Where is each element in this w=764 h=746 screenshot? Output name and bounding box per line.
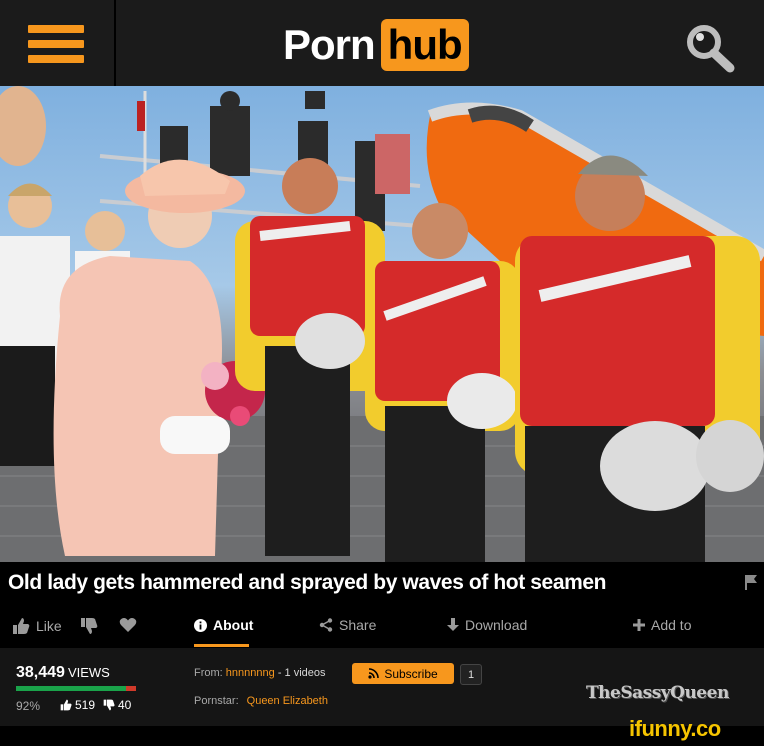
top-header: Porn hub xyxy=(0,0,764,87)
pornstar-label: Pornstar: xyxy=(194,695,239,707)
share-label: Share xyxy=(339,617,377,633)
action-bar: Like About Share Download Add to xyxy=(0,606,764,648)
logo-badge: hub xyxy=(380,19,469,71)
tab-share[interactable]: Share xyxy=(319,617,376,633)
sassy-watermark: TheSassyQueen xyxy=(586,683,729,703)
dislike-button[interactable] xyxy=(80,617,98,635)
uploader-link[interactable]: hnnnnnng xyxy=(226,667,275,679)
subscriber-count: 1 xyxy=(460,664,482,685)
heart-icon xyxy=(119,618,137,632)
view-count-label: VIEWS xyxy=(67,665,110,680)
title-bar: Old lady gets hammered and sprayed by wa… xyxy=(0,562,764,606)
rating-percent: 92% xyxy=(16,699,41,713)
dislike-count-value: 40 xyxy=(118,698,132,712)
like-label: Like xyxy=(36,618,62,634)
tab-about[interactable]: About xyxy=(194,617,253,633)
uploader-line: From: hnnnnnng - 1 videos xyxy=(194,667,326,679)
active-tab-indicator xyxy=(194,644,249,647)
video-title: Old lady gets hammered and sprayed by wa… xyxy=(8,571,607,594)
from-label: From: xyxy=(194,667,223,679)
tab-add-to[interactable]: Add to xyxy=(633,617,691,633)
search-button[interactable] xyxy=(684,22,738,74)
info-icon xyxy=(194,618,207,632)
ifunny-watermark: ifunny.co xyxy=(629,716,721,741)
like-count-value: 519 xyxy=(75,698,96,712)
logo-word: Porn xyxy=(283,21,376,68)
rating-bar-fill xyxy=(16,686,127,691)
pornstar-line: Pornstar: Queen Elizabeth xyxy=(194,695,328,707)
view-count: 38,449 VIEWS xyxy=(16,664,110,682)
download-label: Download xyxy=(465,617,528,633)
favorite-button[interactable] xyxy=(119,617,137,633)
video-player[interactable] xyxy=(0,86,764,562)
uploader-video-count: - 1 videos xyxy=(277,667,326,679)
flag-icon[interactable] xyxy=(744,574,758,590)
download-arrow-icon xyxy=(447,618,459,631)
rss-icon xyxy=(368,668,380,679)
subscribe-button[interactable]: Subscribe xyxy=(352,663,454,684)
plus-icon xyxy=(633,619,645,631)
site-logo[interactable]: Porn hub xyxy=(283,18,469,72)
subscribe-label: Subscribe xyxy=(384,666,438,681)
thumbs-down-small-icon xyxy=(103,699,115,711)
thumbs-up-icon xyxy=(13,618,30,634)
like-count: 519 xyxy=(60,698,95,712)
rating-bar xyxy=(16,686,136,691)
view-count-number: 38,449 xyxy=(16,664,65,681)
magnifier-icon xyxy=(687,25,735,73)
pornstar-link[interactable]: Queen Elizabeth xyxy=(247,695,328,707)
thumbs-down-icon xyxy=(81,618,98,634)
thumbs-up-small-icon xyxy=(60,699,72,711)
dislike-count: 40 xyxy=(103,698,131,712)
like-button[interactable]: Like xyxy=(12,617,62,635)
menu-button[interactable] xyxy=(0,0,116,86)
add-to-label: Add to xyxy=(651,617,692,633)
share-icon xyxy=(319,618,333,632)
video-thumbnail xyxy=(0,86,764,562)
tab-download[interactable]: Download xyxy=(447,617,527,633)
about-label: About xyxy=(213,617,254,633)
video-info-panel: 38,449 VIEWS 92% 519 40 From: hnnnnnng - … xyxy=(0,648,764,726)
